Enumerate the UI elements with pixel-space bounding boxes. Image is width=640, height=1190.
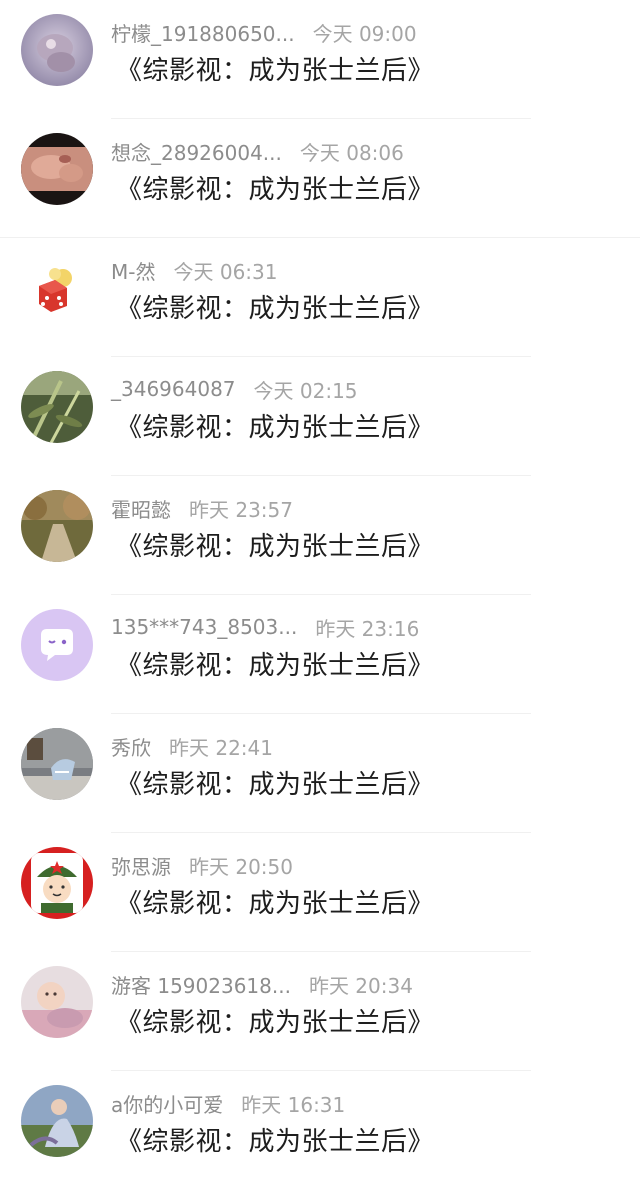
comment-meta: _346964087 今天 02:15 (111, 376, 358, 403)
bamboo-photo-icon (21, 371, 93, 443)
chat-bubble-icon (21, 609, 93, 681)
username[interactable]: 霍昭懿 (111, 494, 171, 523)
comment-meta: 秀欣 昨天 22:41 (111, 732, 273, 761)
username[interactable]: 柠檬_191880650... (111, 18, 295, 47)
username[interactable]: 弥思源 (111, 851, 171, 880)
comment-item[interactable]: _346964087 今天 02:15 《综影视：成为张士兰后》 (0, 357, 640, 476)
comment-item[interactable]: a你的小可爱 昨天 16:31 《综影视：成为张士兰后》 (0, 1071, 640, 1190)
comment-item[interactable]: 弥思源 昨天 20:50 《综影视：成为张士兰后》 (0, 833, 640, 952)
comment-meta: 想念_28926004... 今天 08:06 (111, 137, 404, 166)
comment-meta: 135***743_8503... 昨天 23:16 (111, 614, 420, 641)
book-title[interactable]: 《综影视：成为张士兰后》 (116, 526, 434, 563)
baby-photo-icon (21, 14, 93, 86)
book-title[interactable]: 《综影视：成为张士兰后》 (116, 1121, 434, 1158)
timestamp: 昨天 23:16 (315, 616, 420, 641)
timestamp: 今天 02:15 (253, 378, 358, 403)
username[interactable]: 秀欣 (111, 732, 151, 761)
cartoon-soldier-icon (21, 847, 93, 919)
timestamp: 昨天 16:31 (241, 1092, 346, 1117)
comment-meta: 游客 159023618... 昨天 20:34 (111, 970, 413, 999)
username[interactable]: _346964087 (111, 377, 236, 401)
comment-item[interactable]: 想念_28926004... 今天 08:06 《综影视：成为张士兰后》 (0, 119, 640, 238)
timestamp: 昨天 22:41 (169, 735, 273, 760)
book-title[interactable]: 《综影视：成为张士兰后》 (116, 50, 434, 87)
dice-sticker-icon (21, 252, 93, 324)
comment-item[interactable]: 游客 159023618... 昨天 20:34 《综影视：成为张士兰后》 (0, 952, 640, 1071)
comment-meta: 霍昭懿 昨天 23:57 (111, 494, 293, 523)
comment-meta: 弥思源 昨天 20:50 (111, 851, 293, 880)
comment-item[interactable]: 秀欣 昨天 22:41 《综影视：成为张士兰后》 (0, 714, 640, 833)
avatar[interactable] (21, 252, 93, 324)
timestamp: 昨天 23:57 (189, 497, 293, 522)
username[interactable]: 135***743_8503... (111, 615, 297, 639)
avatar[interactable] (21, 966, 93, 1038)
garden-path-photo-icon (21, 490, 93, 562)
username[interactable]: 游客 159023618... (111, 970, 291, 999)
timestamp: 今天 09:00 (312, 21, 417, 46)
child-photo-icon (21, 966, 93, 1038)
comment-meta: M-然 今天 06:31 (111, 256, 278, 285)
avatar[interactable] (21, 14, 93, 86)
comment-list: 柠檬_191880650... 今天 09:00 《综影视：成为张士兰后》 想念… (0, 0, 640, 1177)
username[interactable]: M-然 (111, 256, 155, 285)
book-title[interactable]: 《综影视：成为张士兰后》 (116, 407, 434, 444)
book-title[interactable]: 《综影视：成为张士兰后》 (116, 288, 434, 325)
book-title[interactable]: 《综影视：成为张士兰后》 (116, 883, 434, 920)
book-title[interactable]: 《综影视：成为张士兰后》 (116, 169, 434, 206)
book-title[interactable]: 《综影视：成为张士兰后》 (116, 764, 434, 801)
avatar[interactable] (21, 609, 93, 681)
book-title[interactable]: 《综影视：成为张士兰后》 (116, 1002, 434, 1039)
comment-item[interactable]: 霍昭懿 昨天 23:57 《综影视：成为张士兰后》 (0, 476, 640, 595)
comment-meta: a你的小可爱 昨天 16:31 (111, 1089, 346, 1118)
username[interactable]: 想念_28926004... (111, 137, 282, 166)
outdoor-person-photo-icon (21, 1085, 93, 1157)
avatar[interactable] (21, 371, 93, 443)
avatar[interactable] (21, 133, 93, 205)
timestamp: 今天 08:06 (299, 140, 404, 165)
comment-item[interactable]: M-然 今天 06:31 《综影视：成为张士兰后》 (0, 238, 640, 357)
avatar[interactable] (21, 490, 93, 562)
comment-item[interactable]: 柠檬_191880650... 今天 09:00 《综影视：成为张士兰后》 (0, 0, 640, 119)
hands-photo-icon (21, 133, 93, 205)
avatar[interactable] (21, 847, 93, 919)
room-chair-photo-icon (21, 728, 93, 800)
username[interactable]: a你的小可爱 (111, 1089, 223, 1118)
timestamp: 昨天 20:34 (308, 973, 413, 998)
avatar[interactable] (21, 1085, 93, 1157)
book-title[interactable]: 《综影视：成为张士兰后》 (116, 645, 434, 682)
timestamp: 今天 06:31 (173, 259, 278, 284)
avatar[interactable] (21, 728, 93, 800)
comment-item[interactable]: 135***743_8503... 昨天 23:16 《综影视：成为张士兰后》 (0, 595, 640, 714)
timestamp: 昨天 20:50 (189, 854, 293, 879)
comment-meta: 柠檬_191880650... 今天 09:00 (111, 18, 417, 47)
